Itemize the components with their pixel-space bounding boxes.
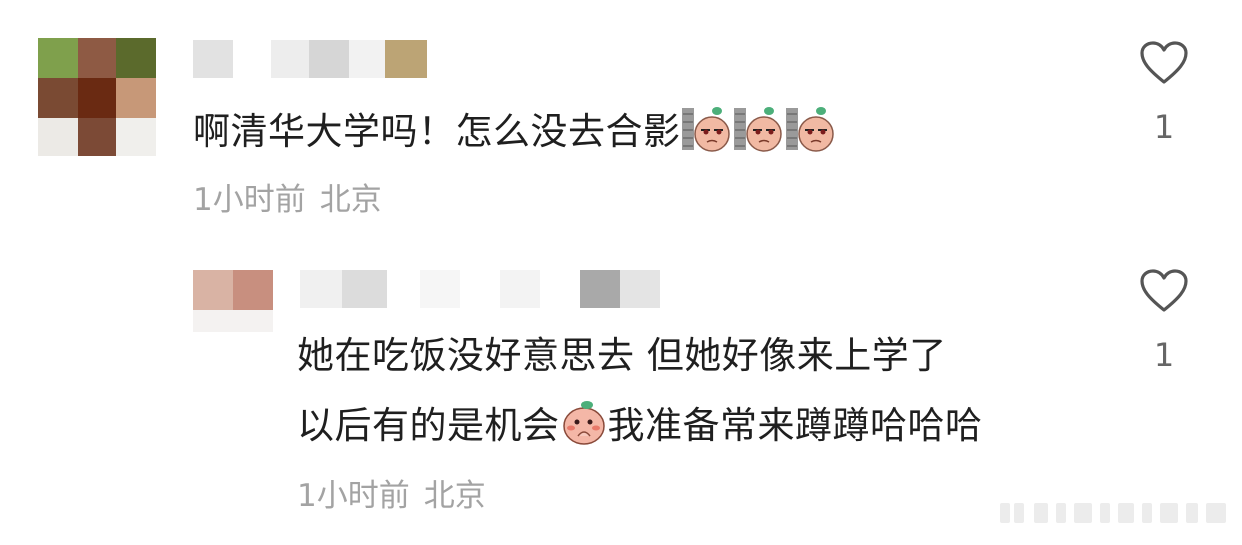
reply-body-line-2: 以后有的是机会 [297,404,560,447]
reply-location: 北京 [423,478,486,514]
reply-body-line-1: 她在吃饭没好意思去 但她好像来上学了 [297,334,947,377]
comment-body: 啊清华大学吗！怎么没去合影 [193,110,681,153]
peek-emoji-icon [681,106,733,162]
like-button[interactable]: 1 [1138,268,1190,374]
reply-body-line-2-tail: 我准备常来蹲蹲哈哈哈 [607,404,983,447]
comment-location: 北京 [319,182,382,218]
reply-meta: 1小时前 北京 [297,470,486,515]
avatar[interactable] [193,270,273,332]
reply-text-line-2: 以后有的是机会 我准备常来蹲蹲哈哈哈 [297,400,983,456]
heart-outline-icon[interactable] [1138,268,1190,314]
peek-emoji-icon [785,106,837,162]
reply-time: 1小时前 [297,478,410,514]
comment-time: 1小时前 [193,182,306,218]
username-blurred[interactable] [193,40,428,78]
comment-meta: 1小时前 北京 [193,174,382,219]
reply-text-line-1: 她在吃饭没好意思去 但她好像来上学了 [297,334,947,378]
like-count: 1 [1153,108,1175,146]
comment-text: 啊清华大学吗！怎么没去合影 [193,106,837,162]
avatar[interactable] [38,38,156,156]
heart-outline-icon[interactable] [1138,40,1190,86]
peek-emoji-icon [733,106,785,162]
like-count: 1 [1153,336,1175,374]
like-button[interactable]: 1 [1138,40,1190,146]
watermark-logo [1000,499,1230,531]
username-blurred[interactable] [300,270,660,308]
shy-emoji-icon [560,400,608,456]
